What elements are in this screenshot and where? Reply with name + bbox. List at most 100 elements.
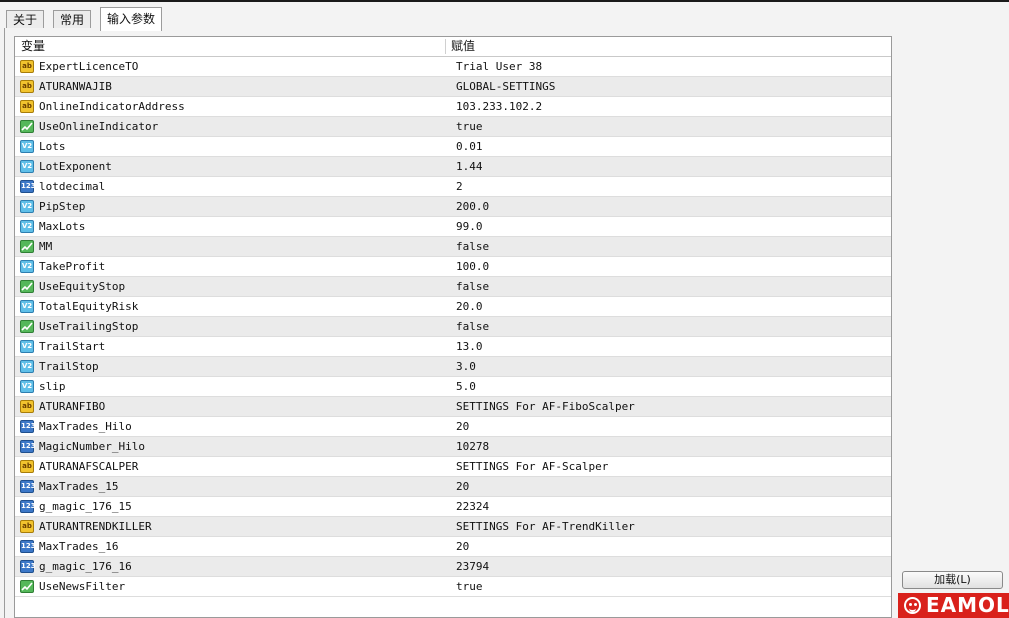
parameter-value[interactable]: false xyxy=(456,277,489,297)
parameter-value[interactable]: 20 xyxy=(456,537,469,557)
string-type-icon: ab xyxy=(20,100,34,113)
parameter-row[interactable]: ab ATURANAFSCALPER SETTINGS For AF-Scalper xyxy=(15,457,891,477)
parameter-row[interactable]: V2 TotalEquityRisk 20.0 xyxy=(15,297,891,317)
parameter-row[interactable]: ab ExpertLicenceTO Trial User 38 xyxy=(15,57,891,77)
grid-header: 变量 赋值 xyxy=(15,37,891,57)
load-button[interactable]: 加载(L) xyxy=(902,571,1003,589)
parameter-value[interactable]: 0.01 xyxy=(456,137,483,157)
parameter-value[interactable]: 200.0 xyxy=(456,197,489,217)
parameter-name: MaxTrades_15 xyxy=(39,480,119,493)
parameter-row[interactable]: V2 slip 5.0 xyxy=(15,377,891,397)
int-type-icon: 123 xyxy=(20,500,36,513)
parameter-name: ATURANFIBO xyxy=(39,400,106,413)
parameter-value[interactable]: 103.233.102.2 xyxy=(456,97,542,117)
parameter-value[interactable]: 20.0 xyxy=(456,297,483,317)
parameter-value[interactable]: GLOBAL-SETTINGS xyxy=(456,77,555,97)
parameter-name: MagicNumber_Hilo xyxy=(39,440,145,453)
parameter-name: UseEquityStop xyxy=(39,280,126,293)
double-type-icon: V2 xyxy=(20,140,34,153)
double-type-icon: V2 xyxy=(20,380,34,393)
parameter-name: slip xyxy=(39,380,66,393)
eamol-logo-icon xyxy=(904,597,921,614)
parameter-row[interactable]: 123 MagicNumber_Hilo 10278 xyxy=(15,437,891,457)
tab-common[interactable]: 常用 xyxy=(53,10,92,28)
parameter-value[interactable]: 99.0 xyxy=(456,217,483,237)
parameter-value[interactable]: 23794 xyxy=(456,557,489,577)
header-variable[interactable]: 变量 xyxy=(21,37,45,56)
eamol-logo: EAMOL xyxy=(898,593,1009,618)
parameter-name: LotExponent xyxy=(39,160,112,173)
parameter-value[interactable]: 3.0 xyxy=(456,357,476,377)
double-type-icon: V2 xyxy=(20,300,34,313)
double-type-icon: V2 xyxy=(20,360,34,373)
parameter-row[interactable]: 123 MaxTrades_15 20 xyxy=(15,477,891,497)
parameter-row[interactable]: UseNewsFilter true xyxy=(15,577,891,597)
parameter-row[interactable]: MM false xyxy=(15,237,891,257)
parameter-value[interactable]: SETTINGS For AF-TrendKiller xyxy=(456,517,635,537)
parameter-row[interactable]: UseTrailingStop false xyxy=(15,317,891,337)
string-type-icon: ab xyxy=(20,60,34,73)
parameters-grid[interactable]: 变量 赋值 ab ExpertLicenceTO Trial User 38 ab AT… xyxy=(14,36,892,618)
parameter-row[interactable]: UseEquityStop false xyxy=(15,277,891,297)
parameter-row[interactable]: 123 MaxTrades_16 20 xyxy=(15,537,891,557)
parameter-name: PipStep xyxy=(39,200,86,213)
string-type-icon: ab xyxy=(20,460,34,473)
header-column-separator[interactable] xyxy=(445,39,446,54)
parameter-row[interactable]: V2 PipStep 200.0 xyxy=(15,197,891,217)
parameter-name: lotdecimal xyxy=(39,180,106,193)
parameter-row[interactable]: V2 TrailStop 3.0 xyxy=(15,357,891,377)
double-type-icon: V2 xyxy=(20,160,34,173)
parameter-row[interactable]: 123 lotdecimal 2 xyxy=(15,177,891,197)
parameter-value[interactable]: 5.0 xyxy=(456,377,476,397)
parameter-value[interactable]: 2 xyxy=(456,177,463,197)
parameter-row[interactable]: ab ATURANWAJIB GLOBAL-SETTINGS xyxy=(15,77,891,97)
tab-input-parameters[interactable]: 输入参数 xyxy=(100,7,163,31)
int-type-icon: 123 xyxy=(20,440,36,453)
double-type-icon: V2 xyxy=(20,220,34,233)
tab-about[interactable]: 关于 xyxy=(6,10,45,28)
parameter-value[interactable]: false xyxy=(456,237,489,257)
parameter-value[interactable]: 100.0 xyxy=(456,257,489,277)
parameter-name: UseTrailingStop xyxy=(39,320,139,333)
parameter-value[interactable]: 22324 xyxy=(456,497,489,517)
int-type-icon: 123 xyxy=(20,560,36,573)
parameter-value[interactable]: 20 xyxy=(456,477,469,497)
parameter-name: g_magic_176_16 xyxy=(39,560,132,573)
parameter-name: TrailStop xyxy=(39,360,99,373)
parameter-value[interactable]: 13.0 xyxy=(456,337,483,357)
parameter-row[interactable]: V2 TakeProfit 100.0 xyxy=(15,257,891,277)
parameter-row[interactable]: ab ATURANFIBO SETTINGS For AF-FiboScalper xyxy=(15,397,891,417)
parameter-row[interactable]: V2 TrailStart 13.0 xyxy=(15,337,891,357)
parameter-value[interactable]: SETTINGS For AF-FiboScalper xyxy=(456,397,635,417)
parameter-row[interactable]: UseOnlineIndicator true xyxy=(15,117,891,137)
parameter-row[interactable]: V2 MaxLots 99.0 xyxy=(15,217,891,237)
int-type-icon: 123 xyxy=(20,480,36,493)
parameter-row[interactable]: 123 g_magic_176_16 23794 xyxy=(15,557,891,577)
parameter-value[interactable]: Trial User 38 xyxy=(456,57,542,77)
parameter-value[interactable]: false xyxy=(456,317,489,337)
parameter-value[interactable]: 10278 xyxy=(456,437,489,457)
string-type-icon: ab xyxy=(20,400,34,413)
parameter-row[interactable]: 123 MaxTrades_Hilo 20 xyxy=(15,417,891,437)
parameter-row[interactable]: ab OnlineIndicatorAddress 103.233.102.2 xyxy=(15,97,891,117)
parameter-name: OnlineIndicatorAddress xyxy=(39,100,185,113)
parameter-row[interactable]: ab ATURANTRENDKILLER SETTINGS For AF-Trend… xyxy=(15,517,891,537)
parameter-value[interactable]: SETTINGS For AF-Scalper xyxy=(456,457,608,477)
parameter-row[interactable]: 123 g_magic_176_15 22324 xyxy=(15,497,891,517)
eamol-logo-text: EAMOL xyxy=(926,593,1009,617)
parameter-value[interactable]: true xyxy=(456,117,483,137)
bool-type-icon xyxy=(20,280,34,293)
int-type-icon: 123 xyxy=(20,540,36,553)
parameter-row[interactable]: V2 LotExponent 1.44 xyxy=(15,157,891,177)
parameter-name: MaxTrades_16 xyxy=(39,540,119,553)
int-type-icon: 123 xyxy=(20,420,36,433)
bool-type-icon xyxy=(20,240,34,253)
parameter-value[interactable]: 1.44 xyxy=(456,157,483,177)
parameter-name: MaxTrades_Hilo xyxy=(39,420,132,433)
bool-type-icon xyxy=(20,120,34,133)
header-value[interactable]: 赋值 xyxy=(451,37,475,56)
input-parameters-panel: 变量 赋值 ab ExpertLicenceTO Trial User 38 ab AT… xyxy=(0,28,1009,618)
parameter-value[interactable]: true xyxy=(456,577,483,597)
parameter-row[interactable]: V2 Lots 0.01 xyxy=(15,137,891,157)
parameter-value[interactable]: 20 xyxy=(456,417,469,437)
